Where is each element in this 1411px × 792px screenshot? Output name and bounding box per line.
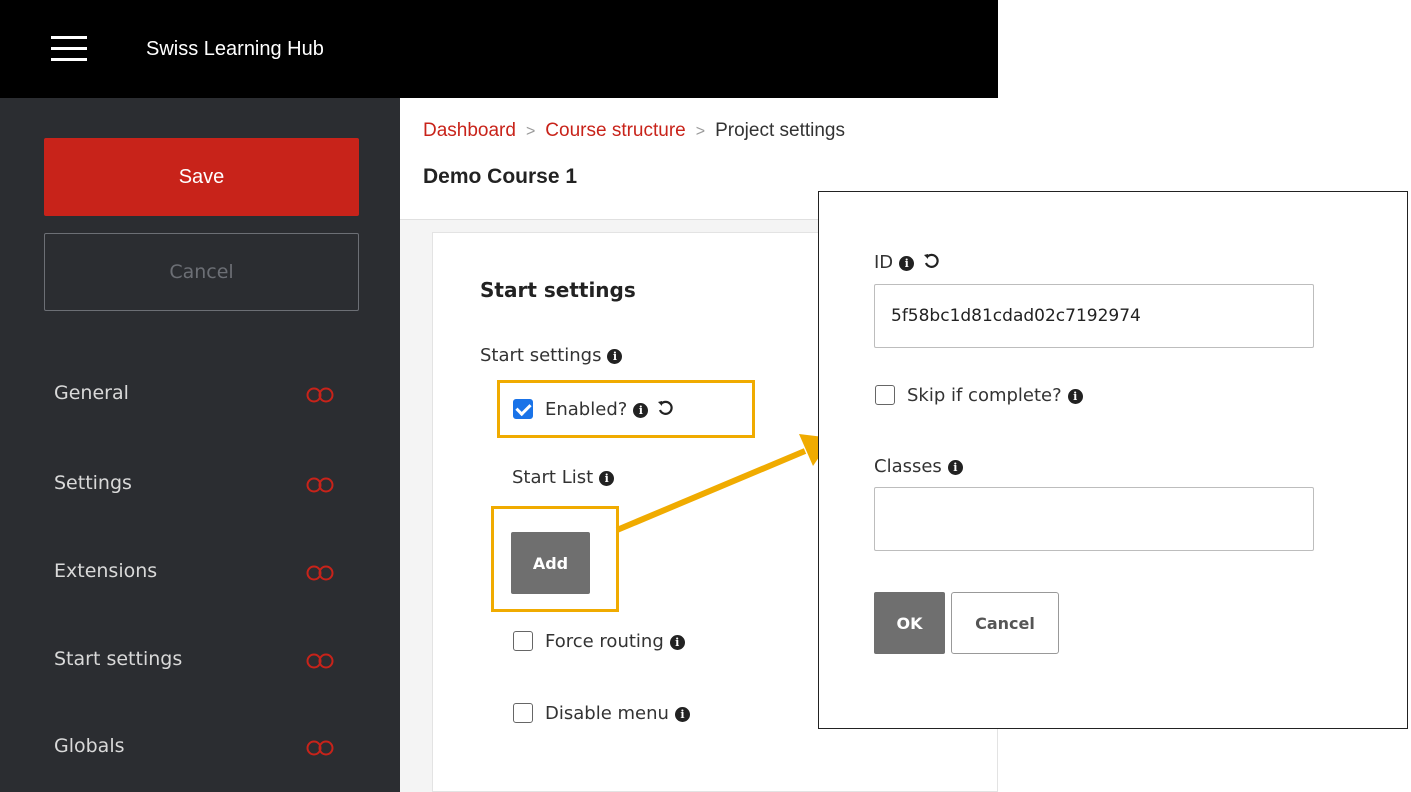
sidebar-item-label: Settings: [54, 472, 132, 494]
start-list-label-text: Start List: [512, 467, 594, 488]
sidebar-item-label: Globals: [54, 735, 125, 757]
id-label: ID i: [874, 252, 940, 273]
toggle-icon[interactable]: [306, 565, 334, 581]
info-icon[interactable]: i: [1067, 389, 1083, 404]
annotation-arrow-icon: [615, 434, 832, 533]
sidebar: Save Cancel General Settings Extensions …: [0, 98, 400, 792]
sidebar-item-general[interactable]: General: [0, 372, 400, 416]
section-title: Start settings: [480, 278, 636, 302]
cancel-button[interactable]: Cancel: [44, 233, 359, 311]
sidebar-item-label: General: [54, 382, 129, 404]
info-icon[interactable]: i: [669, 635, 685, 650]
sidebar-item-globals[interactable]: Globals: [0, 725, 400, 769]
ok-button[interactable]: OK: [874, 592, 945, 654]
breadcrumb-course-structure-link[interactable]: Course structure: [545, 120, 685, 141]
dialog-cancel-button[interactable]: Cancel: [951, 592, 1059, 654]
skip-if-complete-label: Skip if complete?: [907, 385, 1062, 406]
info-icon[interactable]: i: [607, 349, 623, 364]
breadcrumb-separator: >: [695, 123, 706, 140]
reset-icon[interactable]: [922, 252, 940, 270]
breadcrumb-current: Project settings: [715, 120, 845, 141]
classes-input[interactable]: [874, 487, 1314, 551]
sidebar-item-settings[interactable]: Settings: [0, 462, 400, 506]
toggle-icon[interactable]: [306, 653, 334, 669]
info-icon[interactable]: i: [947, 460, 963, 475]
sidebar-item-start-settings[interactable]: Start settings: [0, 638, 400, 682]
force-routing-checkbox[interactable]: [513, 631, 533, 651]
toggle-icon[interactable]: [306, 387, 334, 403]
info-icon[interactable]: i: [674, 707, 690, 722]
sidebar-item-extensions[interactable]: Extensions: [0, 550, 400, 594]
breadcrumb-separator: >: [525, 123, 536, 140]
skip-if-complete-field: Skip if complete? i: [875, 385, 1083, 406]
sidebar-item-label: Start settings: [54, 648, 183, 670]
start-list-label: Start List i: [512, 467, 615, 488]
disable-menu-checkbox[interactable]: [513, 703, 533, 723]
disable-menu-label: Disable menu: [545, 703, 669, 724]
toggle-icon[interactable]: [306, 477, 334, 493]
force-routing-field: Force routing i: [513, 631, 685, 652]
classes-label: Classes i: [874, 456, 963, 477]
skip-if-complete-checkbox[interactable]: [875, 385, 895, 405]
start-settings-label-text: Start settings: [480, 345, 602, 366]
start-settings-group-label: Start settings i: [480, 345, 623, 366]
id-input[interactable]: [874, 284, 1314, 348]
force-routing-label: Force routing: [545, 631, 664, 652]
toggle-icon[interactable]: [306, 740, 334, 756]
top-bar: Swiss Learning Hub: [0, 0, 998, 98]
sidebar-item-label: Extensions: [54, 560, 158, 582]
classes-label-text: Classes: [874, 456, 942, 477]
breadcrumb-dashboard-link[interactable]: Dashboard: [423, 120, 516, 141]
app-title: Swiss Learning Hub: [146, 38, 324, 60]
page-title: Demo Course 1: [423, 165, 578, 188]
disable-menu-field: Disable menu i: [513, 703, 690, 724]
hamburger-menu-icon[interactable]: [51, 36, 87, 62]
info-icon[interactable]: i: [899, 256, 915, 271]
breadcrumb: Dashboard > Course structure > Project setti…: [423, 120, 845, 142]
id-label-text: ID: [874, 252, 894, 273]
save-button[interactable]: Save: [44, 138, 359, 216]
